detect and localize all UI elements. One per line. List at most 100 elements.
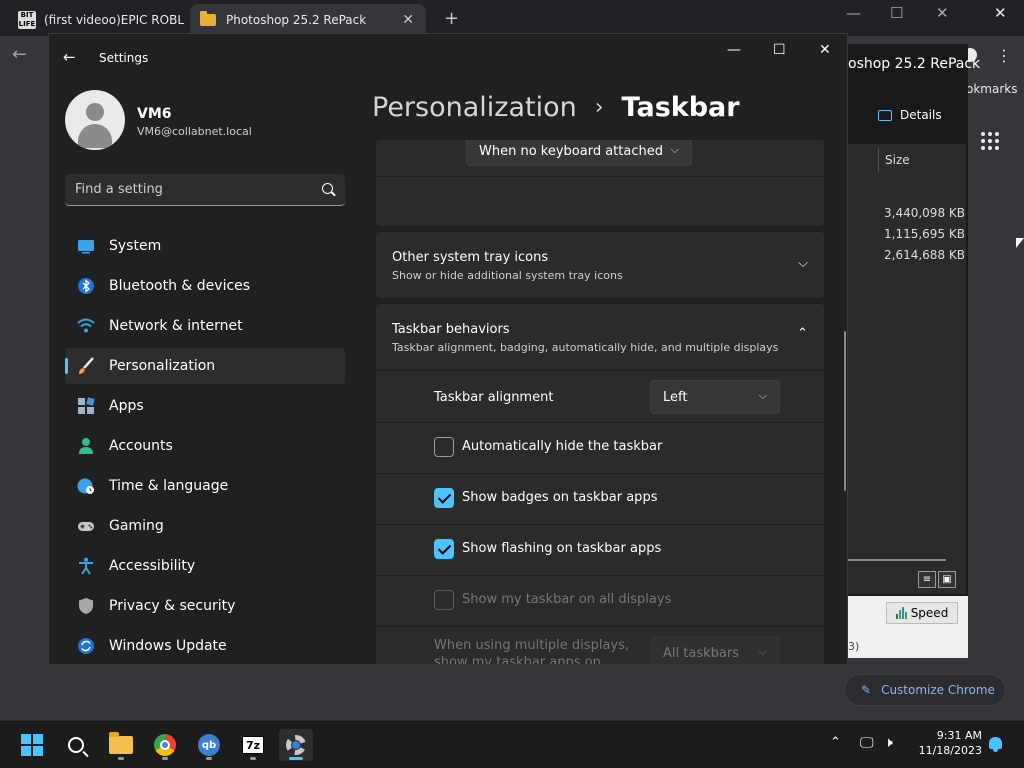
- new-tab-button[interactable]: +: [444, 8, 459, 29]
- taskbar-app-7zip[interactable]: 7z: [236, 729, 270, 761]
- touch-keyboard-card: When no keyboard attached ⌵: [376, 140, 824, 226]
- sidebar-item-gaming[interactable]: Gaming: [65, 508, 345, 544]
- sidebar-item-time-language[interactable]: Time & language: [65, 468, 345, 504]
- keyboard-dropdown[interactable]: When no keyboard attached ⌵: [466, 140, 692, 166]
- sidebar-item-label: Accounts: [109, 438, 173, 454]
- divider: [376, 575, 824, 576]
- search-box: [65, 174, 345, 206]
- chrome-close-icon[interactable]: ✕: [994, 4, 1007, 22]
- taskbar-app-settings[interactable]: [279, 729, 313, 761]
- multi-display-dropdown[interactable]: All taskbars ⌵: [650, 636, 780, 664]
- bookmarks-label[interactable]: okmarks: [966, 82, 1017, 96]
- folder-icon: [200, 11, 216, 26]
- update-sync-icon: [78, 638, 94, 654]
- search-icon[interactable]: [322, 183, 333, 194]
- card-title: Other system tray icons: [392, 250, 549, 265]
- search-button[interactable]: [59, 729, 93, 761]
- close-icon[interactable]: ✕: [819, 42, 831, 58]
- breadcrumb-parent[interactable]: Personalization: [372, 92, 577, 123]
- tab-title: (first videoo)EPIC ROBLOX: [44, 13, 184, 27]
- window-title: Settings: [99, 51, 149, 65]
- back-arrow-icon[interactable]: ←: [63, 48, 76, 66]
- sidebar-item-system[interactable]: System: [65, 228, 345, 264]
- apps-grid-icon[interactable]: [981, 132, 999, 150]
- chevron-down-icon[interactable]: ⌵: [798, 256, 808, 271]
- minimize-icon[interactable]: —: [727, 42, 741, 58]
- clock-date: 11/18/2023: [918, 744, 982, 757]
- taskbar: qb 7z ⌃ 🖵 🕨: [0, 720, 1024, 768]
- maximize-icon[interactable]: ☐: [890, 4, 903, 22]
- gamepad-icon: [78, 522, 94, 531]
- details-button[interactable]: Details: [878, 108, 942, 122]
- bluetooth-icon: [78, 278, 94, 294]
- windows-logo-icon: [21, 734, 43, 756]
- divider: [376, 524, 824, 525]
- view-toggle: ≡ ▣: [918, 571, 956, 588]
- sidebar-item-label: Network & internet: [109, 318, 243, 334]
- alignment-dropdown[interactable]: Left ⌵: [650, 380, 780, 414]
- monitor-icon: [78, 240, 94, 254]
- sidebar-item-label: Privacy & security: [109, 598, 236, 614]
- start-button[interactable]: [15, 729, 49, 761]
- sidebar-nav: System Bluetooth & devices Network & int…: [65, 228, 345, 664]
- flashing-checkbox[interactable]: [434, 539, 454, 559]
- chrome-icon: [154, 734, 176, 756]
- sidebar-item-privacy-security[interactable]: Privacy & security: [65, 588, 345, 624]
- sidebar-item-accounts[interactable]: Accounts: [65, 428, 345, 464]
- sidebar-item-bluetooth[interactable]: Bluetooth & devices: [65, 268, 345, 304]
- sidebar-item-personalization[interactable]: Personalization: [65, 348, 345, 384]
- list-view-icon[interactable]: ≡: [918, 571, 936, 588]
- taskbar-app-chrome[interactable]: [148, 729, 182, 761]
- taskbar-app-explorer[interactable]: [104, 729, 138, 761]
- clock-time: 9:31 AM: [936, 729, 982, 742]
- 7zip-icon: 7z: [242, 736, 264, 754]
- chrome-tab-video[interactable]: BIT LIFE (first videoo)EPIC ROBLOX: [10, 4, 188, 36]
- customize-chrome-button[interactable]: ✎ Customize Chrome: [844, 674, 1006, 706]
- customize-label: Customize Chrome: [881, 683, 995, 697]
- sidebar-item-windows-update[interactable]: Windows Update: [65, 628, 345, 664]
- close-tab-icon[interactable]: ✕: [402, 12, 414, 28]
- network-icon[interactable]: 🖵: [860, 735, 874, 751]
- folder-icon: [109, 732, 133, 754]
- dropdown-value: All taskbars: [663, 645, 739, 661]
- chevron-up-icon[interactable]: ⌃: [797, 326, 808, 341]
- page-title: Taskbar: [621, 92, 740, 123]
- sidebar-item-network[interactable]: Network & internet: [65, 308, 345, 344]
- avatar[interactable]: [65, 90, 125, 150]
- all-displays-checkbox[interactable]: [434, 590, 454, 610]
- menu-kebab-icon[interactable]: ⋮: [996, 46, 1012, 65]
- back-arrow-icon[interactable]: ←: [12, 44, 27, 65]
- pencil-icon: ✎: [861, 683, 872, 697]
- maximize-icon[interactable]: ☐: [773, 42, 786, 58]
- size-column-header[interactable]: Size: [878, 148, 958, 172]
- vertical-scrollbar[interactable]: [844, 331, 846, 491]
- horizontal-scrollbar[interactable]: [848, 559, 946, 561]
- details-label: Details: [900, 108, 942, 122]
- chevron-up-icon[interactable]: ⌃: [830, 735, 841, 750]
- chevron-down-icon: ⌵: [670, 143, 679, 156]
- auto-hide-checkbox[interactable]: [434, 437, 454, 457]
- other-tray-icons-card[interactable]: Other system tray icons Show or hide add…: [376, 232, 824, 298]
- card-title: Taskbar behaviors: [392, 322, 510, 337]
- sidebar-item-label: Gaming: [109, 518, 164, 534]
- sidebar-item-label: Bluetooth & devices: [109, 278, 251, 294]
- sidebar-item-label: Time & language: [109, 478, 229, 494]
- taskbar-app-qbittorrent[interactable]: qb: [192, 729, 226, 761]
- chrome-tab-photoshop[interactable]: Photoshop 25.2 RePack ✕: [190, 4, 426, 36]
- divider: [376, 626, 824, 627]
- search-input[interactable]: [75, 182, 305, 197]
- speed-button[interactable]: Speed: [886, 602, 958, 624]
- user-name: VM6: [137, 106, 172, 122]
- system-clock[interactable]: 9:31 AM 11/18/2023: [916, 728, 982, 758]
- close-icon[interactable]: ✕: [936, 4, 949, 22]
- sidebar-item-label: Accessibility: [109, 558, 196, 574]
- volume-muted-icon[interactable]: 🕨: [884, 735, 893, 751]
- bitlife-favicon-icon: BIT LIFE: [18, 11, 36, 29]
- tile-view-icon[interactable]: ▣: [938, 571, 956, 588]
- sidebar-item-apps[interactable]: Apps: [65, 388, 345, 424]
- badges-checkbox[interactable]: [434, 488, 454, 508]
- sidebar-item-accessibility[interactable]: Accessibility: [65, 548, 345, 584]
- auto-hide-label: Automatically hide the taskbar: [462, 439, 663, 454]
- notification-bell-icon[interactable]: [989, 737, 1002, 752]
- minimize-icon[interactable]: —: [846, 4, 861, 22]
